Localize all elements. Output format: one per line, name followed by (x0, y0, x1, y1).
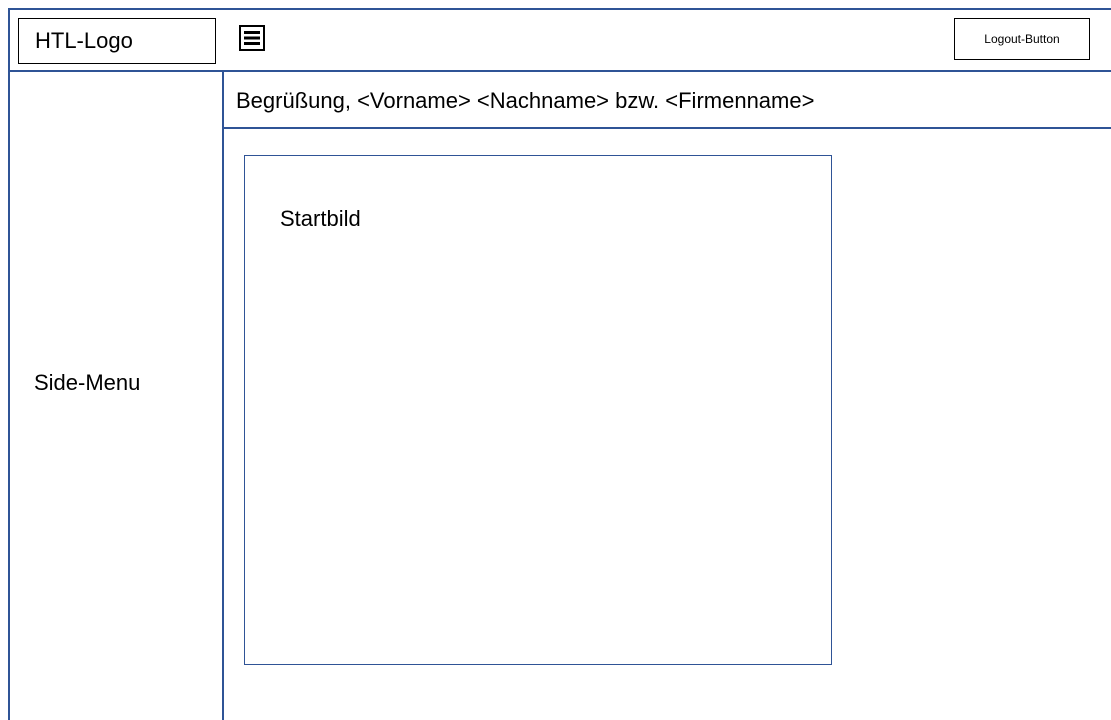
logout-label: Logout-Button (984, 32, 1060, 46)
start-image-label: Startbild (280, 206, 361, 231)
side-menu-label: Side-Menu (34, 370, 141, 395)
sidebar-divider (222, 72, 224, 720)
start-image-panel: Startbild (244, 155, 832, 665)
header-divider (8, 70, 1111, 72)
greeting-divider (224, 127, 1111, 129)
hamburger-menu-icon[interactable] (238, 24, 266, 52)
logo-label: HTL-Logo (35, 28, 133, 53)
logout-button[interactable]: Logout-Button (954, 18, 1090, 60)
htl-logo[interactable]: HTL-Logo (18, 18, 216, 64)
greeting-text: Begrüßung, <Vorname> <Nachname> bzw. <Fi… (236, 88, 815, 113)
